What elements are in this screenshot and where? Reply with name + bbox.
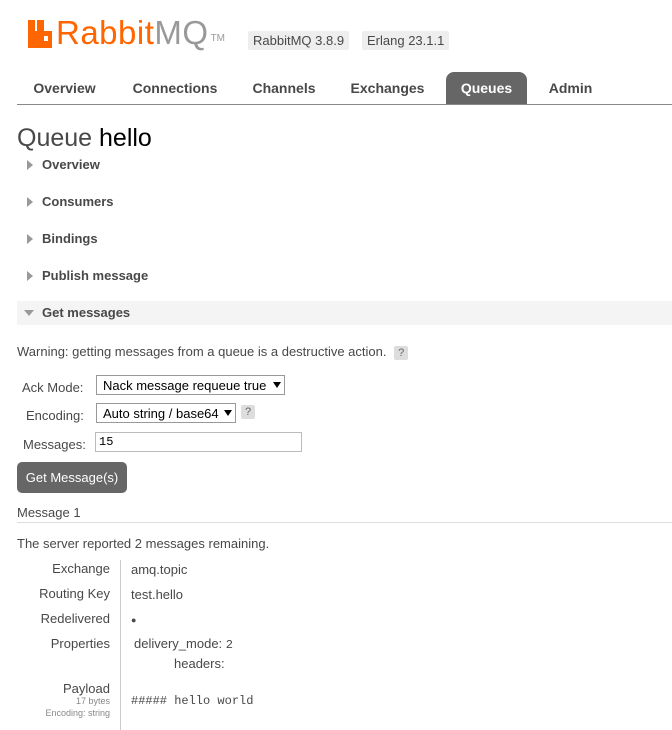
collapse-triangle-icon — [24, 310, 34, 316]
ack-mode-label: Ack Mode: — [22, 380, 84, 395]
dropdown-arrow-icon — [273, 382, 281, 388]
dropdown-arrow-icon — [224, 410, 232, 416]
erlang-version-badge: Erlang 23.1.1 — [362, 31, 450, 50]
headers-key: headers: — [174, 656, 225, 671]
payload-size: 17 bytes — [75, 696, 110, 706]
redelivered-bullet-icon: ● — [131, 615, 137, 625]
redelivered-label: Redelivered — [40, 611, 110, 626]
tab-queues[interactable]: Queues — [446, 72, 527, 104]
expand-triangle-icon — [27, 197, 33, 207]
rabbitmq-logo-icon — [28, 20, 52, 48]
section-consumers[interactable]: Consumers — [17, 190, 672, 214]
rabbitmq-version-badge: RabbitMQ 3.8.9 — [248, 31, 350, 50]
expand-triangle-icon — [27, 160, 33, 170]
routing-key-value: test.hello — [131, 587, 184, 602]
delivery-mode-key: delivery_mode: — [134, 636, 223, 651]
message-heading: Message 1 — [17, 505, 672, 523]
tab-connections[interactable]: Connections — [121, 72, 229, 104]
remaining-info: The server reported 2 messages remaining… — [17, 536, 270, 551]
messages-label: Messages: — [23, 437, 86, 452]
expand-triangle-icon — [27, 271, 33, 281]
queue-name: hello — [99, 124, 152, 152]
encoding-help-button[interactable]: ? — [241, 405, 256, 419]
main-nav: Overview Connections Channels Exchanges … — [17, 72, 672, 105]
messages-count-input[interactable]: 15 — [95, 432, 302, 452]
encoding-select[interactable]: Auto string / base64 — [96, 403, 236, 423]
payload-label: Payload — [63, 681, 110, 696]
divider — [120, 560, 121, 730]
tab-admin[interactable]: Admin — [537, 72, 604, 104]
section-overview[interactable]: Overview — [17, 153, 672, 177]
trademark: TM — [210, 33, 226, 44]
section-bindings[interactable]: Bindings — [17, 227, 672, 251]
section-publish-message[interactable]: Publish message — [17, 264, 672, 288]
ack-mode-select[interactable]: Nack message requeue true — [96, 375, 285, 395]
payload-encoding: Encoding: string — [45, 708, 110, 718]
destructive-warning: Warning: getting messages from a queue i… — [17, 344, 409, 360]
delivery-mode-value: 2 — [225, 638, 233, 652]
page-title: Queue hello — [17, 124, 152, 152]
remaining-count: 2 — [134, 536, 143, 551]
encoding-label: Encoding: — [26, 408, 84, 423]
properties-label: Properties — [50, 636, 110, 651]
section-get-messages[interactable]: Get messages — [17, 301, 672, 325]
payload-value: ##### hello world — [131, 694, 254, 708]
help-button[interactable]: ? — [394, 346, 409, 360]
routing-key-label: Routing Key — [39, 586, 110, 601]
exchange-label: Exchange — [52, 561, 110, 576]
exchange-value: amq.topic — [131, 562, 188, 577]
tab-channels[interactable]: Channels — [239, 72, 329, 104]
expand-triangle-icon — [27, 234, 33, 244]
get-messages-button[interactable]: Get Message(s) — [17, 462, 127, 493]
logo-wordmark: RabbitMQ — [56, 14, 209, 51]
rabbitmq-logo[interactable]: RabbitMQ TM — [28, 14, 225, 50]
message-details: Exchange amq.topic Routing Key test.hell… — [17, 560, 672, 730]
tab-exchanges[interactable]: Exchanges — [340, 72, 435, 104]
tab-overview[interactable]: Overview — [17, 72, 112, 104]
delivery-mode-row: delivery_mode: 2 — [134, 636, 233, 652]
